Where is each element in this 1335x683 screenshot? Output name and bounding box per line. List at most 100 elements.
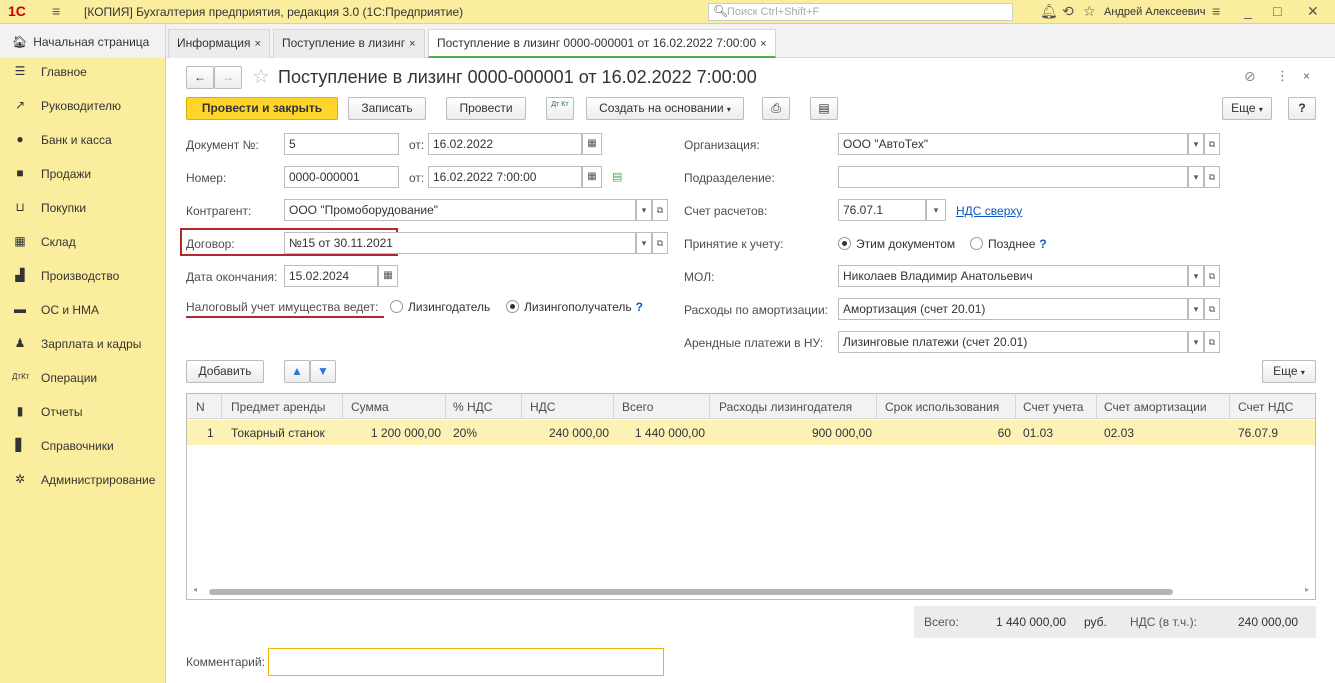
sidebar-item-main[interactable]: ☰ Главное <box>0 58 166 86</box>
tab-information[interactable]: Информация × <box>168 29 270 58</box>
calendar-icon[interactable]: ▦ <box>378 265 398 287</box>
chevron-down-icon[interactable]: ▾ <box>636 199 652 221</box>
sidebar-item-bank[interactable]: ● Банк и касса <box>0 126 166 154</box>
add-row-button[interactable]: Добавить <box>186 360 264 383</box>
open-icon[interactable]: ⧉ <box>652 199 668 221</box>
number-date-field[interactable]: 16.02.2022 7:00:00 <box>428 166 582 188</box>
chevron-down-icon[interactable]: ▾ <box>1188 331 1204 353</box>
sidebar-item-manager[interactable]: ↗ Руководителю <box>0 92 166 120</box>
help-icon[interactable]: ? <box>1039 237 1046 251</box>
contractor-field[interactable]: ООО "Промоборудование" <box>284 199 636 221</box>
settlement-account-field[interactable]: 76.07.1 <box>838 199 926 221</box>
horizontal-scrollbar[interactable]: ◂ ▸ <box>187 582 1315 599</box>
vat-on-top-link[interactable]: НДС сверху <box>956 204 1022 218</box>
sidebar-item-reports[interactable]: ▮ Отчеты <box>0 398 166 426</box>
chevron-down-icon[interactable]: ▾ <box>926 199 946 221</box>
cell-amount[interactable]: 1 200 000,00 <box>351 426 441 440</box>
depreciation-field[interactable]: Амортизация (счет 20.01) <box>838 298 1188 320</box>
radio-lessee[interactable]: Лизингополучатель? <box>506 300 643 314</box>
close-window-icon[interactable]: ✕ <box>1307 3 1319 20</box>
column-header[interactable]: Предмет аренды <box>231 400 325 414</box>
calendar-icon[interactable]: ▦ <box>582 133 602 155</box>
sidebar-item-production[interactable]: ▟ Производство <box>0 262 166 290</box>
table-more-button[interactable]: Еще ▾ <box>1262 360 1316 383</box>
report-icon[interactable]: ▤ <box>810 97 838 120</box>
close-tab-icon[interactable]: × <box>760 38 766 50</box>
column-header[interactable]: N <box>196 400 205 414</box>
global-search-input[interactable]: 🔍︎ Поиск Ctrl+Shift+F <box>708 3 1013 21</box>
print-icon[interactable]: ⎙ <box>762 97 790 120</box>
cell-vat-rate[interactable]: 20% <box>453 426 477 440</box>
contract-field[interactable]: №15 от 30.11.2021 <box>284 232 636 254</box>
edit-number-icon[interactable]: ▤ <box>612 170 622 183</box>
favorites-star-icon[interactable]: ☆ <box>1083 3 1096 20</box>
column-header[interactable]: Срок использования <box>885 400 999 414</box>
column-header[interactable]: Счет учета <box>1023 400 1083 414</box>
column-header[interactable]: Расходы лизингодателя <box>719 400 852 414</box>
end-date-field[interactable]: 15.02.2024 <box>284 265 378 287</box>
close-tab-icon[interactable]: × <box>254 38 260 50</box>
move-down-icon[interactable]: ▼ <box>310 360 336 383</box>
mol-field[interactable]: Николаев Владимир Анатольевич <box>838 265 1188 287</box>
tab-leasing-list[interactable]: Поступление в лизинг × <box>273 29 425 58</box>
sidebar-item-payroll[interactable]: ♟ Зарплата и кадры <box>0 330 166 358</box>
chevron-down-icon[interactable]: ▾ <box>1188 265 1204 287</box>
maximize-icon[interactable]: □ <box>1273 3 1281 19</box>
cell-item[interactable]: Токарный станок <box>231 426 325 440</box>
settings-menu-icon[interactable]: ≡ <box>1212 3 1220 19</box>
dtkt-icon-button[interactable]: Дт Кт <box>546 97 574 120</box>
sidebar-item-catalogs[interactable]: ▋ Справочники <box>0 432 166 460</box>
lease-payments-field[interactable]: Лизинговые платежи (счет 20.01) <box>838 331 1188 353</box>
column-header[interactable]: НДС <box>530 400 555 414</box>
save-button[interactable]: Записать <box>348 97 426 120</box>
tab-home[interactable]: 🏠︎ Начальная страница <box>0 24 166 58</box>
column-header[interactable]: Всего <box>622 400 653 414</box>
more-vertical-icon[interactable]: ⋮ <box>1276 68 1289 84</box>
help-icon[interactable]: ? <box>636 300 643 314</box>
bell-icon[interactable]: 🔔︎ <box>1040 3 1058 20</box>
number-field[interactable]: 0000-000001 <box>284 166 399 188</box>
help-button[interactable]: ? <box>1288 97 1316 120</box>
tab-leasing-document[interactable]: Поступление в лизинг 0000-000001 от 16.0… <box>428 29 776 58</box>
comment-field[interactable] <box>268 648 664 676</box>
move-up-icon[interactable]: ▲ <box>284 360 310 383</box>
doc-date-field[interactable]: 16.02.2022 <box>428 133 582 155</box>
scrollbar-thumb[interactable] <box>209 589 1173 595</box>
chevron-down-icon[interactable]: ▾ <box>1188 133 1204 155</box>
open-icon[interactable]: ⧉ <box>1204 166 1220 188</box>
user-name[interactable]: Андрей Алексеевич <box>1104 6 1206 18</box>
cell-account[interactable]: 01.03 <box>1023 426 1053 440</box>
favorite-star-icon[interactable]: ☆ <box>252 64 270 89</box>
cell-n[interactable]: 1 <box>207 426 214 440</box>
cell-total[interactable]: 1 440 000,00 <box>622 426 705 440</box>
main-menu-icon[interactable]: ≡ <box>52 3 60 19</box>
department-field[interactable] <box>838 166 1188 188</box>
chevron-down-icon[interactable]: ▾ <box>636 232 652 254</box>
back-arrow-icon[interactable]: ← <box>186 66 214 89</box>
table-row[interactable]: 1 Токарный станок 1 200 000,00 20% 240 0… <box>187 420 1315 445</box>
sidebar-item-admin[interactable]: ✲ Администрирование <box>0 466 166 494</box>
open-icon[interactable]: ⧉ <box>1204 331 1220 353</box>
radio-lessor[interactable]: Лизингодатель <box>390 300 490 314</box>
cell-vat[interactable]: 240 000,00 <box>530 426 609 440</box>
radio-later[interactable]: Позднее? <box>970 237 1047 251</box>
more-button[interactable]: Еще ▾ <box>1222 97 1272 120</box>
chevron-down-icon[interactable]: ▾ <box>1188 166 1204 188</box>
open-icon[interactable]: ⧉ <box>1204 133 1220 155</box>
forward-arrow-icon[interactable]: → <box>214 66 242 89</box>
cell-usage-term[interactable]: 60 <box>885 426 1011 440</box>
calendar-icon[interactable]: ▦ <box>582 166 602 188</box>
open-icon[interactable]: ⧉ <box>652 232 668 254</box>
history-icon[interactable]: ⟲ <box>1062 3 1074 20</box>
column-header[interactable]: Счет НДС <box>1238 400 1293 414</box>
sidebar-item-purchases[interactable]: ⊔ Покупки <box>0 194 166 222</box>
sidebar-item-operations[interactable]: ДтКт Операции <box>0 364 166 392</box>
sidebar-item-warehouse[interactable]: ▦ Склад <box>0 228 166 256</box>
create-based-on-button[interactable]: Создать на основании ▾ <box>586 97 744 120</box>
link-icon[interactable]: ⊘ <box>1244 68 1256 85</box>
column-header[interactable]: Сумма <box>351 400 389 414</box>
scroll-left-icon[interactable]: ◂ <box>193 585 197 594</box>
post-and-close-button[interactable]: Провести и закрыть <box>186 97 338 120</box>
chevron-down-icon[interactable]: ▾ <box>1188 298 1204 320</box>
close-form-icon[interactable]: × <box>1303 69 1310 83</box>
